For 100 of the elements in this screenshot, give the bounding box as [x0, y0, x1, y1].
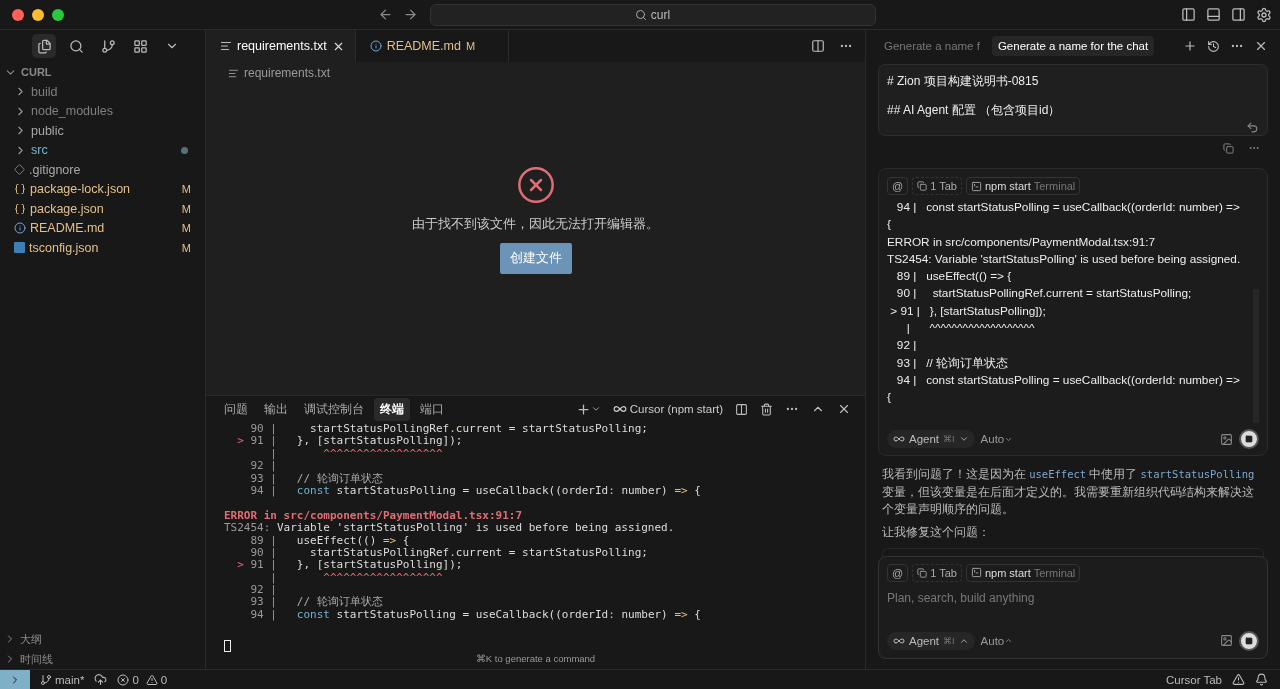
context-chip[interactable]: 1 Tab: [912, 563, 962, 582]
forward-icon[interactable]: [402, 7, 418, 22]
terminal-line: ERROR in src/components/PaymentModal.tsx:91:7: [224, 509, 523, 523]
zoom-window-button[interactable]: [52, 8, 64, 21]
file-item[interactable]: README.md M: [0, 218, 205, 238]
history-icon[interactable]: [1207, 39, 1220, 53]
context-line: 94 | const startStatusPolling = useCallback((orderId: number) =>: [895, 371, 1241, 389]
image-icon[interactable]: [1220, 634, 1233, 647]
explorer-icon[interactable]: [32, 34, 56, 58]
copy-icon: [917, 181, 928, 191]
infinity-icon: [893, 433, 905, 445]
file-item[interactable]: .gitignore: [0, 160, 205, 180]
new-terminal-icon[interactable]: [575, 401, 601, 417]
warning-icon[interactable]: [1232, 673, 1245, 686]
square-icon: [1245, 636, 1253, 645]
close-icon[interactable]: [837, 402, 851, 416]
chat-tab[interactable]: Generate a name f: [878, 36, 986, 56]
bell-icon[interactable]: [1255, 673, 1268, 686]
close-icon[interactable]: [1254, 39, 1268, 53]
panel-tab[interactable]: 输出: [258, 397, 294, 421]
mention-button[interactable]: @: [887, 177, 909, 195]
panel-tab[interactable]: 问题: [218, 397, 254, 421]
terminal-cursor: [224, 639, 231, 652]
model-selector[interactable]: Auto: [980, 433, 1014, 445]
terminal-line: | ^^^^^^^^^^^^^^^^^^: [269, 571, 444, 584]
section-header[interactable]: CURL: [0, 62, 205, 82]
context-chip[interactable]: npm start Terminal: [965, 563, 1081, 582]
search-field[interactable]: curl: [429, 3, 876, 26]
context-line: > 91 | }, [startStatusPolling]);: [889, 302, 1047, 320]
image-icon[interactable]: [1220, 432, 1233, 446]
plus-icon[interactable]: [1183, 39, 1197, 53]
info-icon: [14, 222, 26, 235]
message-line: # Zion 项目构建说明书-0815: [887, 73, 1040, 90]
minimize-window-button[interactable]: [32, 8, 44, 21]
error-message: 由于找不到该文件，因此无法打开编辑器。: [412, 215, 659, 233]
lines-icon: [220, 40, 232, 52]
chat-input[interactable]: Plan, search, build anything: [887, 588, 1259, 607]
file-item[interactable]: package-lock.json M: [0, 179, 205, 199]
cloud-upload-icon[interactable]: [94, 673, 108, 686]
context-line: 93 | // 轮询订单状态: [895, 354, 1009, 372]
terminal-selector[interactable]: Cursor (npm start): [612, 402, 723, 416]
undo-icon[interactable]: [1246, 121, 1259, 134]
split-editor-icon[interactable]: [811, 39, 825, 53]
stop-button[interactable]: [1239, 630, 1259, 651]
problems-status[interactable]: 0 0: [117, 673, 168, 686]
mode-selector[interactable]: Agent ⌘I: [887, 430, 975, 448]
terminal-line: 93 | // 轮询订单状态: [249, 596, 384, 609]
mode-selector[interactable]: Agent ⌘I: [887, 631, 975, 650]
terminal-line: 92 |: [249, 584, 278, 597]
search-icon: [634, 8, 647, 21]
braces-icon: [14, 183, 26, 196]
folder-item[interactable]: src: [0, 140, 205, 160]
copy-icon[interactable]: [1223, 142, 1234, 154]
warning-icon: [145, 673, 158, 686]
secondary-sidebar-toggle-icon[interactable]: [1231, 7, 1246, 22]
caret-icon: [1004, 636, 1014, 645]
model-selector[interactable]: Auto: [980, 634, 1014, 647]
editor-tab[interactable]: requirements.txt: [206, 30, 356, 62]
file-item[interactable]: tsconfig.json M: [0, 238, 205, 258]
back-icon[interactable]: [377, 7, 393, 22]
terminal-line: 93 | // 轮询订单状态: [249, 472, 384, 485]
breadcrumb[interactable]: requirements.txt: [206, 62, 865, 84]
context-line: 94 | const startStatusPolling = useCallback((orderId: number) =>: [895, 199, 1241, 216]
info-icon: [369, 40, 382, 52]
context-chip[interactable]: 1 Tab: [912, 177, 962, 195]
context-line: | ^^^^^^^^^^^^^^^^^^^: [905, 320, 1036, 338]
assistant-message: 我看到问题了！这是因为在 useEffect 中使用了 startStatusPolling 变量，但该变量是在后面才定义的。我需要重新组织代码结构来解决这个变量声明顺序的问题。: [882, 467, 1256, 517]
panel-toggle-icon[interactable]: [1206, 7, 1221, 22]
panel-tab[interactable]: 调试控制台: [298, 397, 370, 421]
remote-button[interactable]: [0, 669, 30, 689]
terminal-line: TS2454: Variable 'startStatusPolling' is used before being assigned.: [224, 522, 676, 535]
panel-tab[interactable]: 终端: [374, 397, 410, 421]
terminal-line: | ^^^^^^^^^^^^^^^^^^: [269, 447, 444, 460]
file-item[interactable]: package.json M: [0, 199, 205, 219]
section-header[interactable]: 大纲: [0, 629, 205, 649]
mention-button[interactable]: @: [887, 563, 909, 582]
section-header[interactable]: 时间线: [0, 649, 205, 669]
sidebar-toggle-icon[interactable]: [1181, 7, 1196, 22]
context-chip[interactable]: npm start Terminal: [965, 177, 1081, 195]
stop-button[interactable]: [1239, 429, 1259, 449]
square-icon: [1245, 435, 1253, 443]
cursor-tab-status[interactable]: Cursor Tab: [1165, 673, 1222, 686]
context-line: TS2454: Variable 'startStatusPolling' is used before being assigned.: [887, 250, 1242, 268]
terminal-line: 92 |: [249, 460, 278, 473]
ts-file-icon: [14, 242, 25, 254]
folder-item[interactable]: node_modules: [0, 101, 205, 121]
terminal-line: 94 | const startStatusPolling = useCallback((orderId: number) => {: [249, 608, 702, 622]
split-terminal-icon[interactable]: [735, 402, 748, 416]
close-window-button[interactable]: [12, 8, 24, 21]
folder-item[interactable]: build: [0, 82, 205, 102]
folder-item[interactable]: public: [0, 121, 205, 141]
user-message[interactable]: # Zion 项目构建说明书-0815 ## AI Agent 配置 （包含项目id）: [878, 64, 1268, 136]
settings-icon[interactable]: [1256, 6, 1272, 23]
trash-icon[interactable]: [760, 402, 773, 416]
context-line: 90 | startStatusPollingRef.current = startStatusPolling;: [895, 285, 1193, 303]
terminal-hint: ⌘K to generate a command: [474, 651, 597, 666]
branch-status[interactable]: main*: [40, 673, 85, 686]
panel-tab[interactable]: 端口: [414, 397, 450, 421]
chat-tab[interactable]: Generate a name for the chat: [991, 36, 1155, 56]
braces-icon: [14, 202, 26, 215]
